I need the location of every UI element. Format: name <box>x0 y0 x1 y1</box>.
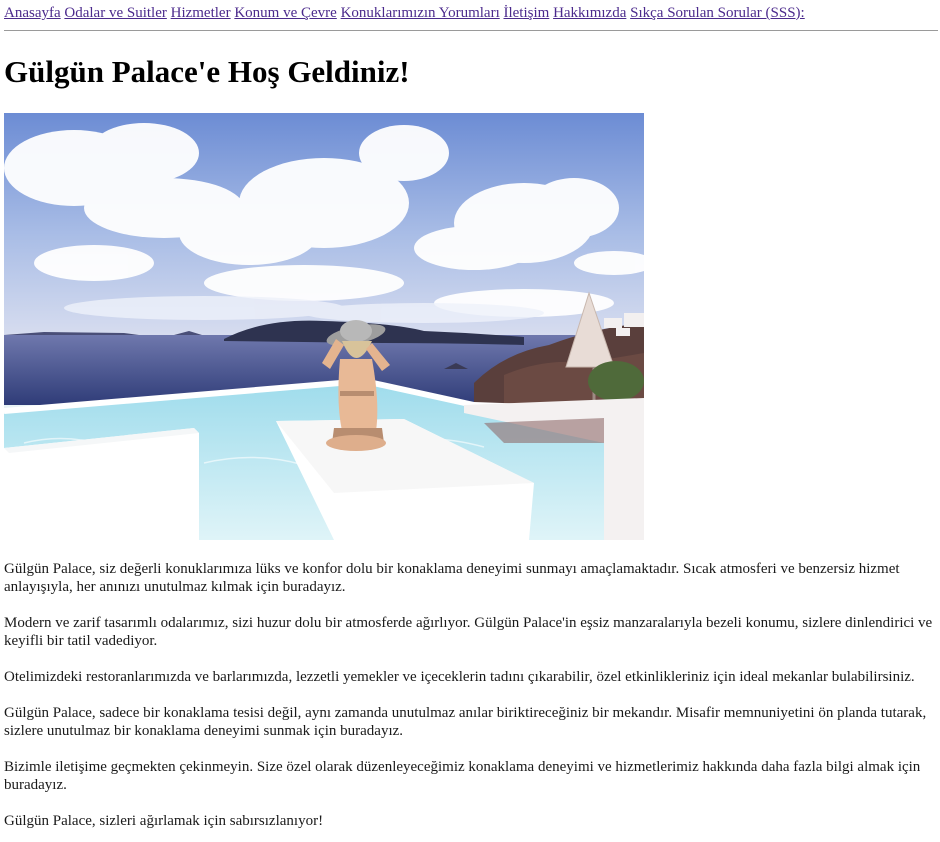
nav-link-yorumlar[interactable]: Konuklarımızın Yorumları <box>341 5 500 21</box>
nav-link-konum-ve-cevre[interactable]: Konum ve Çevre <box>234 5 336 21</box>
nav-link-odalar-ve-suitler[interactable]: Odalar ve Suitler <box>64 5 166 21</box>
nav-link-sss[interactable]: Sıkça Sorulan Sorular (SSS): <box>630 5 805 21</box>
intro-paragraph-2: Modern ve zarif tasarımlı odalarımız, si… <box>4 615 933 649</box>
nav-link-iletisim[interactable]: İletişim <box>503 5 549 21</box>
intro-paragraph-1: Gülgün Palace, siz değerli konuklarımıza… <box>4 561 900 595</box>
nav-link-anasayfa[interactable]: Anasayfa <box>4 5 61 21</box>
intro-paragraph-4: Gülgün Palace, sadece bir konaklama tesi… <box>4 705 927 739</box>
page-title: Gülgün Palace'e Hoş Geldiniz! <box>4 54 410 89</box>
intro-content: Gülgün Palace, siz değerli konuklarımıza… <box>4 560 936 842</box>
nav-divider <box>4 30 938 31</box>
nav-link-hakkimizda[interactable]: Hakkımızda <box>553 5 626 21</box>
intro-paragraph-5: Bizimle iletişime geçmekten çekinmeyin. … <box>4 759 921 793</box>
intro-paragraph-3: Otelimizdeki restoranlarımızda ve barlar… <box>4 669 915 685</box>
hero-image <box>4 113 644 540</box>
main-nav: Anasayfa Odalar ve Suitler Hizmetler Kon… <box>4 4 805 22</box>
intro-paragraph-6: Gülgün Palace, sizleri ağırlamak için sa… <box>4 813 324 829</box>
nav-link-hizmetler[interactable]: Hizmetler <box>171 5 231 21</box>
hero-pool-scene <box>4 113 644 540</box>
